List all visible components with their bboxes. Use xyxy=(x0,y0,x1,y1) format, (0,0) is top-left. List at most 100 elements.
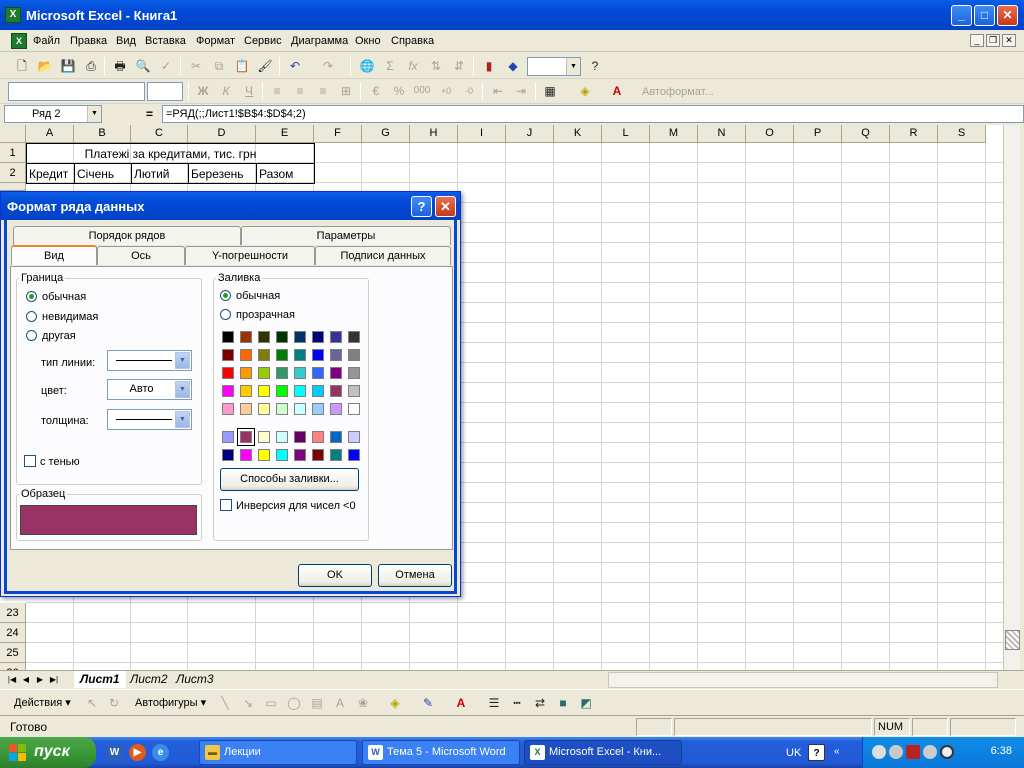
percent-icon[interactable]: % xyxy=(389,81,409,101)
rotate-icon[interactable]: ↻ xyxy=(104,693,124,713)
align-right-icon[interactable]: ≡ xyxy=(313,81,333,101)
line-color-icon[interactable]: ✎ xyxy=(418,693,438,713)
color-swatch[interactable] xyxy=(330,331,342,343)
autoformat-button[interactable]: Автоформат... xyxy=(642,86,714,98)
name-box[interactable]: Ряд 2 ▼ xyxy=(4,105,102,123)
increase-indent-icon[interactable]: ⇥ xyxy=(511,81,531,101)
column-header[interactable]: K xyxy=(554,125,602,143)
chart-wizard-icon[interactable]: ▮ xyxy=(479,56,499,76)
table-header-cell[interactable]: Березень xyxy=(188,163,257,184)
color-swatch[interactable] xyxy=(276,403,288,415)
color-swatch[interactable] xyxy=(258,449,270,461)
column-header[interactable]: H xyxy=(410,125,458,143)
rectangle-icon[interactable]: ▭ xyxy=(261,693,281,713)
row-header[interactable]: 24 xyxy=(0,623,26,643)
vertical-scrollbar[interactable] xyxy=(1003,125,1020,671)
textbox-icon[interactable]: ▤ xyxy=(307,693,327,713)
row-header[interactable]: 25 xyxy=(0,643,26,663)
menu-help[interactable]: Справка xyxy=(391,35,434,47)
last-sheet-icon[interactable]: ▶| xyxy=(48,673,60,686)
border-custom-radio[interactable]: другая xyxy=(26,330,76,343)
color-swatch[interactable] xyxy=(240,367,252,379)
color-swatch[interactable] xyxy=(240,449,252,461)
tray-audio-icon[interactable] xyxy=(940,745,954,759)
sheet-tab-1[interactable]: Лист1 xyxy=(74,671,126,688)
color-swatch[interactable] xyxy=(276,449,288,461)
menu-chart[interactable]: Диаграмма xyxy=(291,35,348,47)
color-swatch[interactable] xyxy=(348,431,360,443)
oval-icon[interactable]: ◯ xyxy=(284,693,304,713)
underline-icon[interactable]: Ч xyxy=(239,81,259,101)
column-header[interactable]: N xyxy=(698,125,746,143)
border-none-radio[interactable]: невидимая xyxy=(26,311,98,324)
line-icon[interactable]: ╲ xyxy=(215,693,235,713)
column-header[interactable]: R xyxy=(890,125,938,143)
dash-style-icon[interactable]: ┅ xyxy=(507,693,527,713)
column-header[interactable]: C xyxy=(131,125,188,143)
doc-minimize-button[interactable]: _ xyxy=(970,34,984,47)
redo-icon[interactable]: ↷ xyxy=(318,56,338,76)
autosum-icon[interactable]: Σ xyxy=(380,56,400,76)
decrease-decimal-icon[interactable]: -0 xyxy=(459,81,479,101)
color-swatch[interactable] xyxy=(312,449,324,461)
tab-series-order[interactable]: Порядок рядов xyxy=(13,226,241,245)
dialog-help-button[interactable]: ? xyxy=(411,196,432,217)
column-header[interactable]: L xyxy=(602,125,650,143)
row-header[interactable]: 2 xyxy=(0,163,26,183)
bold-icon[interactable]: Ж xyxy=(193,81,213,101)
tray-user-icon[interactable] xyxy=(889,745,903,759)
language-indicator[interactable]: UK xyxy=(786,747,801,759)
sort-asc-icon[interactable]: ⇅ xyxy=(426,56,446,76)
color-swatch[interactable] xyxy=(330,385,342,397)
next-sheet-icon[interactable]: ▶ xyxy=(34,673,46,686)
clipart-icon[interactable]: ❀ xyxy=(353,693,373,713)
color-swatch[interactable] xyxy=(348,403,360,415)
color-swatch[interactable] xyxy=(258,385,270,397)
color-swatch[interactable] xyxy=(348,449,360,461)
color-swatch[interactable] xyxy=(258,349,270,361)
border-automatic-radio[interactable]: обычная xyxy=(26,291,86,304)
new-icon[interactable]: 🗋 xyxy=(12,56,32,76)
column-header[interactable]: E xyxy=(256,125,314,143)
italic-icon[interactable]: К xyxy=(216,81,236,101)
color-swatch[interactable] xyxy=(258,331,270,343)
column-header[interactable]: Q xyxy=(842,125,890,143)
color-swatch[interactable] xyxy=(222,367,234,379)
copy-icon[interactable]: ⧉ xyxy=(209,56,229,76)
ok-button[interactable]: OK xyxy=(298,564,372,587)
column-header[interactable]: S xyxy=(938,125,986,143)
minimize-button[interactable]: _ xyxy=(951,5,972,26)
comma-style-icon[interactable]: 000 xyxy=(412,81,432,101)
paste-icon[interactable]: 📋 xyxy=(232,56,252,76)
color-swatch[interactable] xyxy=(348,385,360,397)
line-weight-select[interactable]: ▼ xyxy=(107,409,192,430)
color-swatch[interactable] xyxy=(222,331,234,343)
undo-icon[interactable]: ↶ xyxy=(285,56,305,76)
merge-center-icon[interactable]: ⊞ xyxy=(336,81,356,101)
color-swatch[interactable] xyxy=(222,349,234,361)
align-center-icon[interactable]: ≡ xyxy=(290,81,310,101)
color-swatch[interactable] xyxy=(348,331,360,343)
help-icon[interactable]: ? xyxy=(585,56,605,76)
color-swatch[interactable] xyxy=(312,349,324,361)
arrow-style-icon[interactable]: ⇄ xyxy=(530,693,550,713)
select-objects-icon[interactable]: ↖ xyxy=(82,693,102,713)
currency-icon[interactable]: € xyxy=(366,81,386,101)
color-swatch[interactable] xyxy=(276,367,288,379)
hyperlink-icon[interactable]: 🌐 xyxy=(357,56,377,76)
fill-effects-button[interactable]: Способы заливки... xyxy=(220,468,359,491)
column-header[interactable]: D xyxy=(188,125,256,143)
color-swatch[interactable] xyxy=(312,385,324,397)
tab-options[interactable]: Параметры xyxy=(241,226,451,245)
color-swatch[interactable] xyxy=(294,367,306,379)
invert-if-negative-checkbox[interactable]: Инверсия для чисел <0 xyxy=(220,499,356,512)
draw-font-color-icon[interactable]: A xyxy=(451,693,471,713)
first-sheet-icon[interactable]: |◀ xyxy=(6,673,18,686)
color-swatch[interactable] xyxy=(258,431,270,443)
color-swatch[interactable] xyxy=(330,431,342,443)
color-swatch[interactable] xyxy=(348,367,360,379)
fill-none-radio[interactable]: прозрачная xyxy=(220,309,295,322)
color-swatch[interactable] xyxy=(294,431,306,443)
task-folder-lectures[interactable]: ▬ Лекции xyxy=(199,740,357,765)
color-swatch[interactable] xyxy=(330,367,342,379)
